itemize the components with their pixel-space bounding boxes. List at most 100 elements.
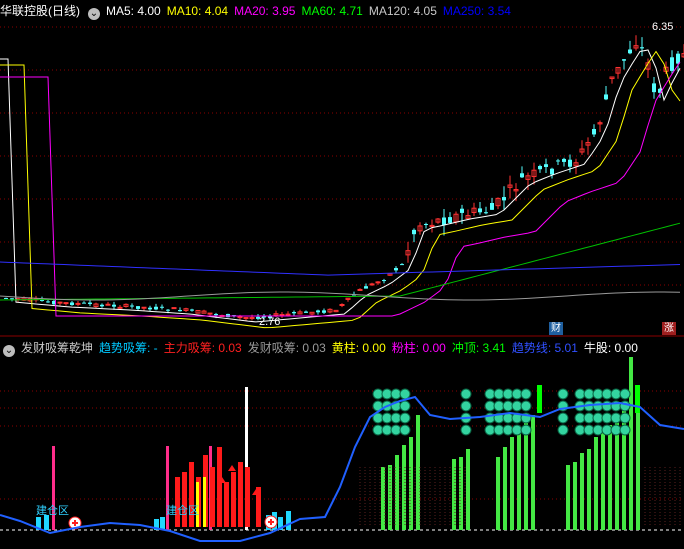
green-bar <box>510 437 514 530</box>
candle-body <box>562 158 566 162</box>
candle-body <box>502 197 506 201</box>
green-bar <box>636 397 640 530</box>
candle-body <box>70 302 74 306</box>
buy-signal-icon <box>520 424 532 436</box>
candle-body <box>46 301 50 303</box>
candle-body <box>375 281 381 284</box>
finance-badge[interactable]: 财 <box>549 322 563 335</box>
accumulation-zone-label-1: 建仓区 <box>36 505 69 517</box>
candle-body <box>141 306 147 309</box>
candle-body <box>190 309 194 311</box>
buy-signal-icon <box>520 400 532 412</box>
candle-body <box>166 309 170 311</box>
candle-body <box>214 313 218 316</box>
cyan-bar <box>160 517 165 530</box>
candle-body <box>160 306 164 308</box>
candle-body <box>322 310 326 313</box>
candle-body <box>316 310 320 313</box>
red-bar <box>224 482 229 527</box>
candle-body <box>171 307 177 310</box>
green-bar <box>503 447 507 530</box>
up-arrow-icon <box>228 465 236 471</box>
ma250-line <box>0 261 681 276</box>
green-bar <box>580 453 584 530</box>
candle-body <box>556 160 560 162</box>
candle-body <box>148 307 152 310</box>
buy-signal-icon <box>399 388 411 400</box>
yellow-bar <box>203 477 206 527</box>
candle-body <box>10 298 14 300</box>
candle-body <box>57 301 63 304</box>
buy-signal-icon <box>619 388 631 400</box>
green-bar <box>381 467 385 530</box>
candle-body <box>4 297 8 299</box>
ma5-line <box>0 49 681 323</box>
candle-body <box>484 212 488 214</box>
candle-body <box>640 47 644 49</box>
candle-body <box>357 288 363 291</box>
candle-body <box>117 306 123 309</box>
candle-body <box>105 303 111 306</box>
candle-body <box>285 313 291 316</box>
green-bar <box>587 449 591 530</box>
buy-signal-icon <box>460 388 472 400</box>
candle-body <box>178 310 182 312</box>
buy-signal-icon <box>557 424 569 436</box>
buy-signal-icon <box>399 412 411 424</box>
buy-signal-icon <box>399 400 411 412</box>
ma10-line <box>0 50 681 329</box>
buy-signal-icon <box>619 412 631 424</box>
candle-body <box>136 306 140 309</box>
candle-body <box>622 59 626 61</box>
candle-body <box>520 173 524 178</box>
candle-body <box>424 223 428 225</box>
green-bar <box>496 457 500 530</box>
ma20-line <box>0 61 681 317</box>
buy-signal-icon <box>520 388 532 400</box>
candle-body <box>75 302 81 305</box>
buy-signal-icon <box>460 424 472 436</box>
green-bar <box>594 437 598 530</box>
green-bar <box>524 421 528 530</box>
candle-body <box>490 203 494 210</box>
cyan-bar <box>286 511 291 530</box>
buy-signal-icon <box>399 424 411 436</box>
limit-up-badge[interactable]: 涨 <box>662 322 676 335</box>
ma60-line <box>0 222 681 301</box>
candle-body <box>237 316 243 319</box>
red-bar <box>210 467 215 527</box>
green-bar <box>402 445 406 530</box>
green-bar <box>566 465 570 530</box>
red-bar <box>217 447 222 527</box>
candle-body <box>100 304 104 307</box>
green-bar <box>573 462 577 530</box>
candle-body <box>292 312 296 314</box>
green-bar <box>629 357 633 530</box>
candle-body <box>82 302 86 304</box>
buy-signal-icon <box>619 424 631 436</box>
candle-body <box>400 264 404 266</box>
green-bar <box>416 415 420 530</box>
candle-body <box>628 49 632 54</box>
candlestick-chart[interactable] <box>0 0 684 337</box>
candle-body <box>364 286 368 289</box>
green-bar <box>601 432 605 530</box>
accumulation-zone-label-2: 建仓区 <box>166 505 199 517</box>
green-bar <box>466 449 470 530</box>
green-bar <box>608 425 612 530</box>
green-bar <box>409 437 413 530</box>
low-price-label: 2.76 <box>259 316 281 328</box>
buy-signal-icon <box>557 388 569 400</box>
candle-body <box>339 304 345 307</box>
indicator-chart[interactable] <box>0 337 684 549</box>
candle-body <box>243 317 249 320</box>
candle-body <box>442 217 446 226</box>
candle-body <box>88 302 92 305</box>
candle-body <box>568 159 572 167</box>
candle-body <box>448 217 452 223</box>
candle-body <box>394 268 398 271</box>
red-bar <box>245 467 250 527</box>
green-bar <box>531 415 535 530</box>
candle-body <box>63 302 69 305</box>
green-bar <box>395 455 399 530</box>
